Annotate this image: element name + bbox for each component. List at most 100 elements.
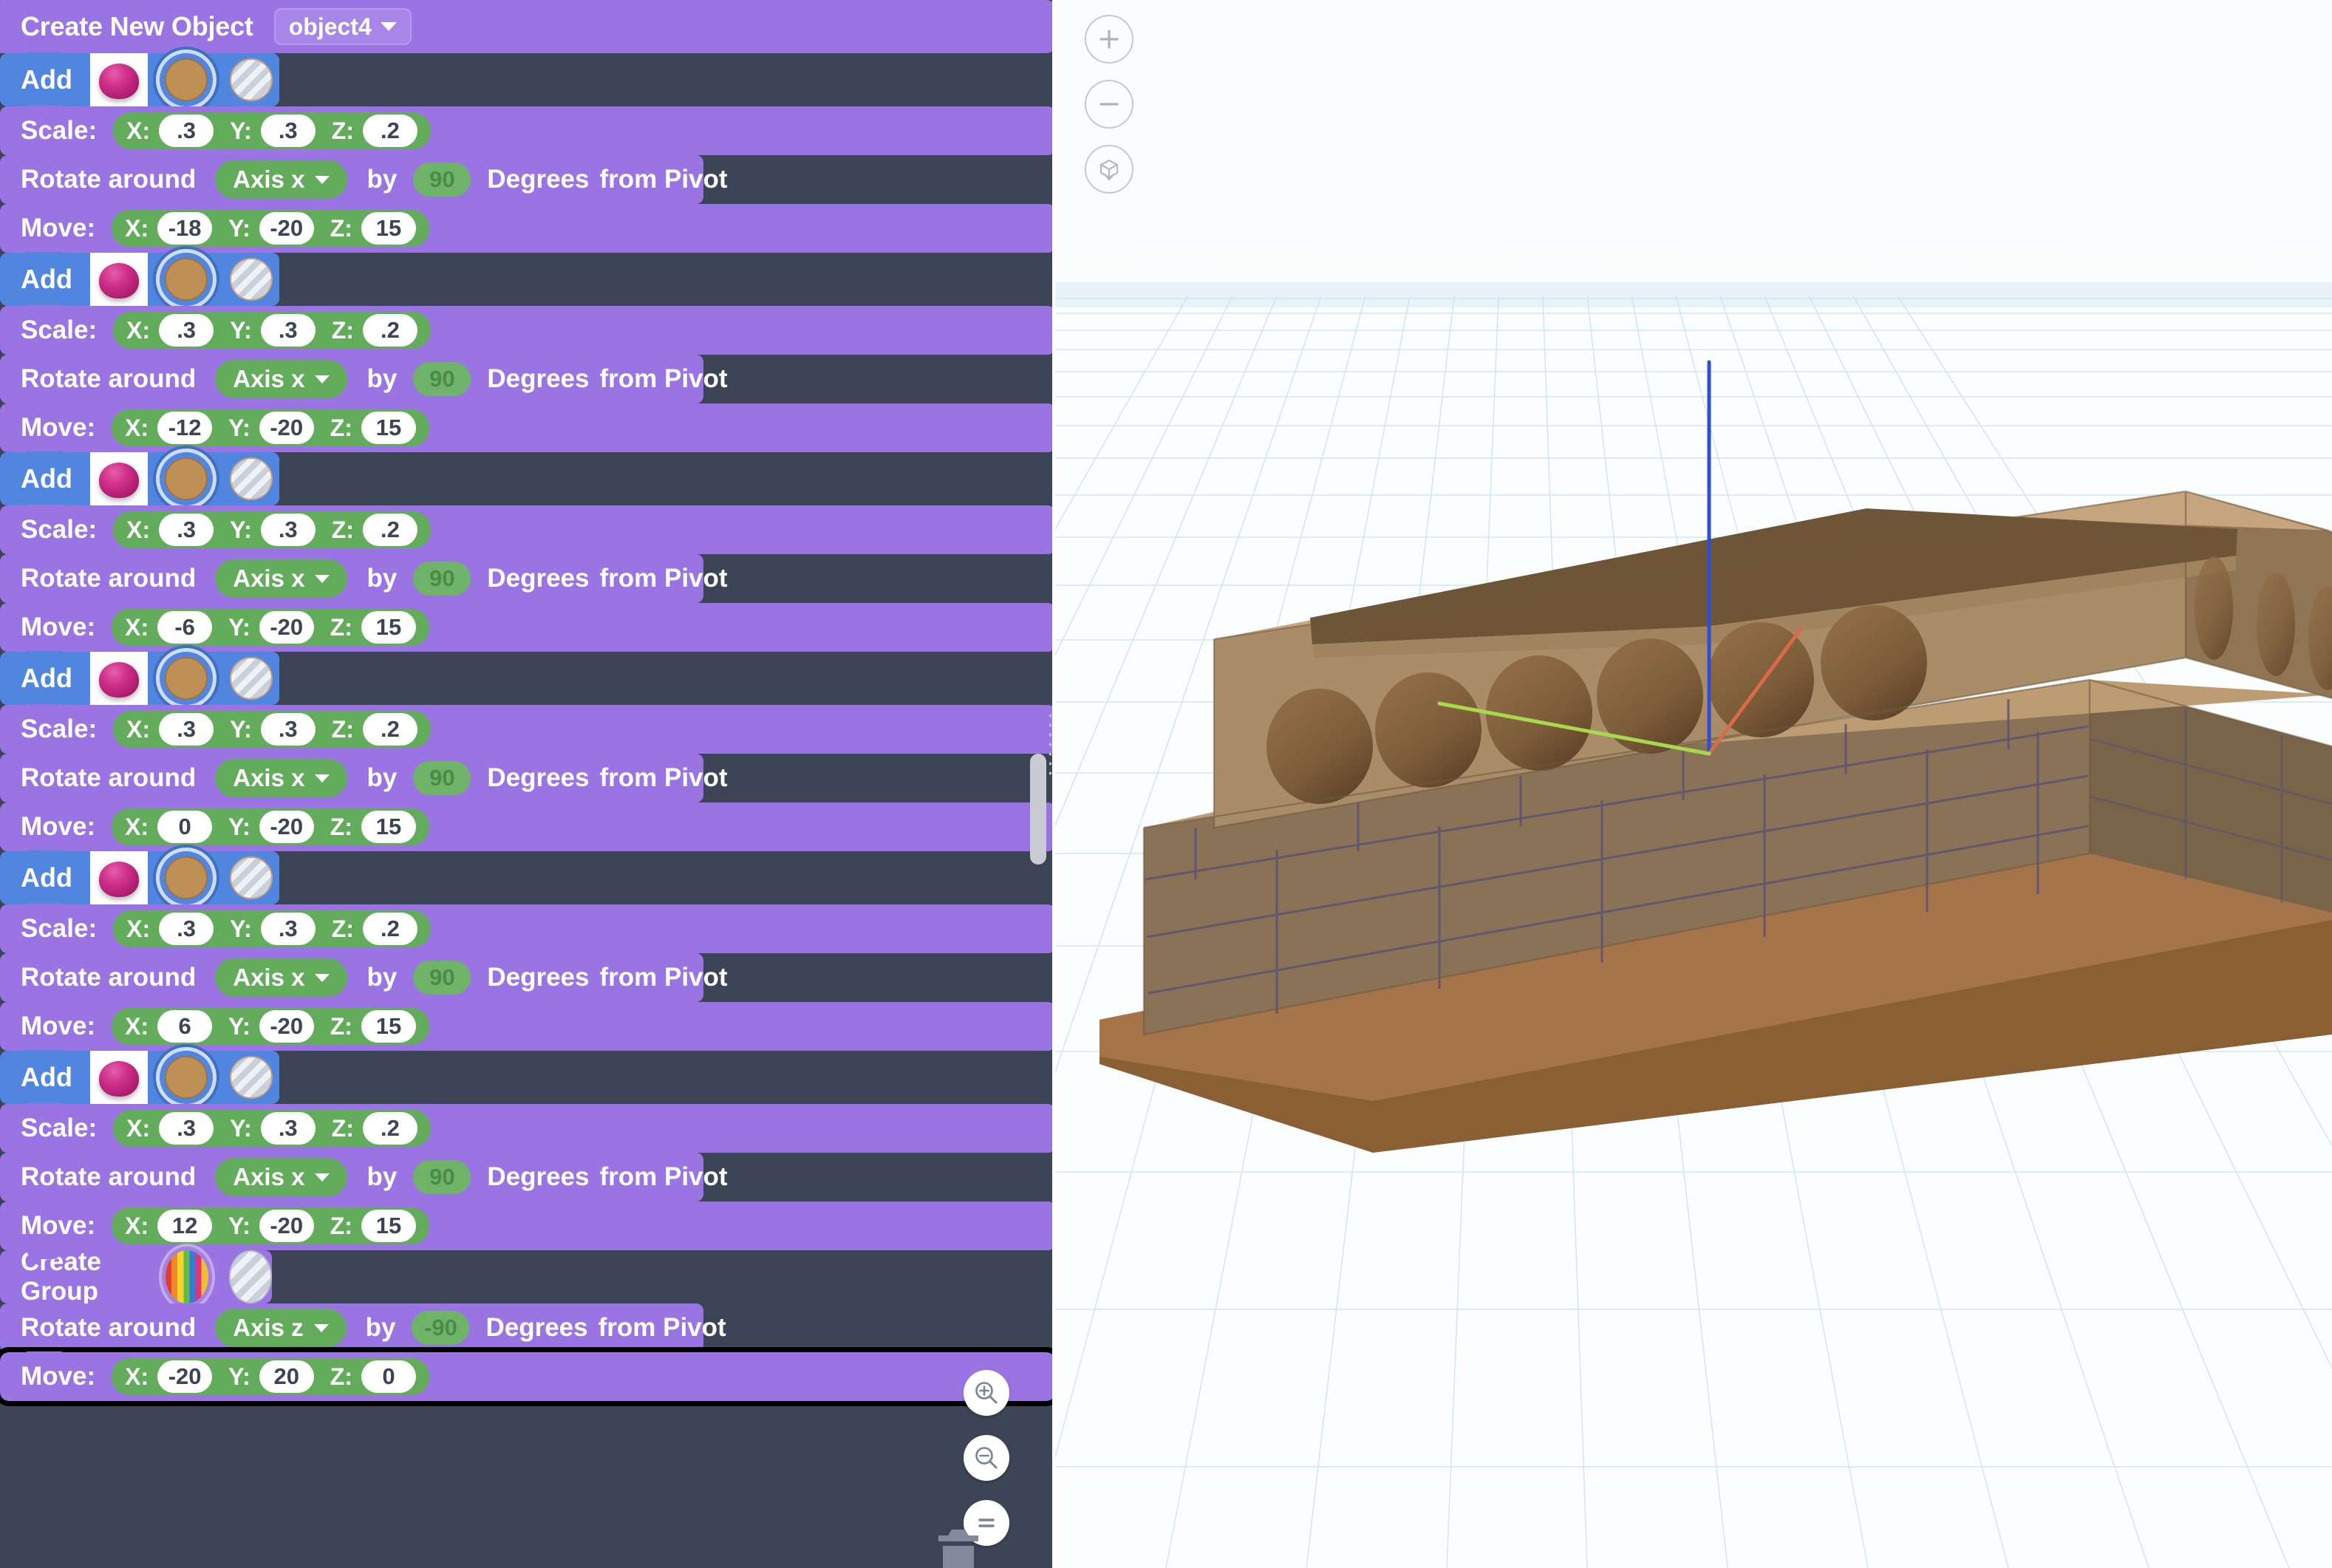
scale-block[interactable]: Scale: X: .3 Y: .3 Z: .2: [0, 1103, 1055, 1153]
material-hole-icon[interactable]: [225, 253, 278, 306]
move-y-input[interactable]: 20: [259, 1360, 314, 1393]
axis-dropdown[interactable]: Axis x: [215, 759, 348, 797]
add-shape-block[interactable]: Add: [0, 1050, 279, 1104]
viewport-zoom-out-button[interactable]: [1085, 80, 1133, 129]
move-z-input[interactable]: 15: [361, 611, 416, 644]
material-solid-icon[interactable]: [160, 253, 213, 306]
move-y-input[interactable]: -20: [259, 611, 314, 644]
move-y-input[interactable]: -20: [259, 1210, 314, 1242]
material-hole-icon[interactable]: [225, 53, 278, 106]
degrees-input[interactable]: 90: [413, 562, 471, 596]
add-shape-block[interactable]: Add: [0, 451, 279, 505]
create-group-block[interactable]: Create Group: [0, 1247, 272, 1306]
move-z-input[interactable]: 0: [361, 1360, 416, 1393]
scale-y-input[interactable]: .3: [260, 713, 316, 746]
move-block[interactable]: Move: X: -20 Y: 20 Z: 0: [0, 1347, 1055, 1406]
move-block[interactable]: Move: X: -6 Y: -20 Z: 15: [0, 602, 1055, 652]
viewport-fit-view-button[interactable]: [1085, 145, 1133, 194]
3d-viewport[interactable]: [1055, 0, 2332, 1568]
scale-y-input[interactable]: .3: [260, 1112, 316, 1145]
move-block[interactable]: Move: X: 12 Y: -20 Z: 15: [0, 1201, 1055, 1250]
rotate-block[interactable]: Rotate around Axis x by 90 Degrees from Pivot: [0, 952, 728, 1002]
shape-thumbnail[interactable]: [89, 53, 148, 106]
degrees-input[interactable]: 90: [413, 1160, 471, 1194]
shape-thumbnail[interactable]: [89, 253, 148, 306]
scale-z-input[interactable]: .2: [362, 913, 417, 945]
scale-block[interactable]: Scale: X: .3 Y: .3 Z: .2: [0, 704, 1055, 754]
scale-y-input[interactable]: .3: [260, 514, 316, 546]
move-x-input[interactable]: -6: [157, 611, 213, 644]
add-shape-block[interactable]: Add: [0, 252, 279, 306]
scale-z-input[interactable]: .2: [362, 514, 417, 546]
shape-thumbnail[interactable]: [89, 452, 148, 505]
move-x-input[interactable]: -18: [157, 212, 213, 245]
degrees-input[interactable]: 90: [413, 362, 471, 396]
scale-block[interactable]: Scale: X: .3 Y: .3 Z: .2: [0, 305, 1055, 355]
degrees-input[interactable]: -90: [412, 1311, 470, 1345]
material-solid-icon[interactable]: [160, 1051, 213, 1104]
add-shape-block[interactable]: Add: [0, 651, 279, 705]
material-solid-icon[interactable]: [160, 452, 213, 505]
scale-y-input[interactable]: .3: [260, 314, 316, 347]
scale-block[interactable]: Scale: X: .3 Y: .3 Z: .2: [0, 106, 1055, 155]
scale-z-input[interactable]: .2: [362, 1112, 417, 1145]
group-hole-icon[interactable]: [229, 1250, 272, 1303]
zoom-in-button[interactable]: [964, 1370, 1009, 1416]
move-x-input[interactable]: -12: [157, 412, 213, 444]
scale-z-input[interactable]: .2: [362, 713, 417, 746]
move-block[interactable]: Move: X: 6 Y: -20 Z: 15: [0, 1001, 1055, 1051]
move-x-input[interactable]: -20: [157, 1360, 213, 1393]
move-y-input[interactable]: -20: [259, 1010, 314, 1043]
scale-y-input[interactable]: .3: [260, 115, 316, 147]
move-z-input[interactable]: 15: [361, 811, 416, 843]
add-shape-block[interactable]: Add: [0, 851, 279, 904]
axis-dropdown[interactable]: Axis z: [215, 1309, 347, 1347]
scale-x-input[interactable]: .3: [159, 514, 214, 546]
scale-x-input[interactable]: .3: [159, 913, 214, 945]
shape-thumbnail[interactable]: [89, 1051, 148, 1104]
viewport-zoom-in-button[interactable]: [1085, 15, 1133, 64]
scale-block[interactable]: Scale: X: .3 Y: .3 Z: .2: [0, 904, 1055, 953]
axis-dropdown[interactable]: Axis x: [215, 958, 348, 997]
material-solid-icon[interactable]: [160, 652, 213, 705]
material-hole-icon[interactable]: [225, 452, 278, 505]
move-z-input[interactable]: 15: [361, 212, 416, 245]
rotate-block[interactable]: Rotate around Axis x by 90 Degrees from Pivot: [0, 553, 728, 603]
create-new-object-block[interactable]: Create New Object object4: [0, 0, 1055, 53]
move-y-input[interactable]: -20: [259, 811, 314, 843]
vertical-scrollbar[interactable]: [1030, 754, 1046, 865]
add-shape-block[interactable]: Add: [0, 52, 279, 106]
shape-thumbnail[interactable]: [89, 652, 148, 705]
scale-x-input[interactable]: .3: [159, 115, 214, 147]
rotate-block[interactable]: Rotate around Axis x by 90 Degrees from Pivot: [0, 154, 728, 204]
scale-y-input[interactable]: .3: [260, 913, 316, 945]
degrees-input[interactable]: 90: [413, 961, 471, 995]
move-block[interactable]: Move: X: 0 Y: -20 Z: 15: [0, 802, 1055, 851]
material-hole-icon[interactable]: [225, 652, 278, 705]
scale-x-input[interactable]: .3: [159, 1112, 214, 1145]
scale-z-input[interactable]: .2: [362, 314, 417, 347]
material-solid-icon[interactable]: [160, 851, 213, 904]
scale-x-input[interactable]: .3: [159, 314, 214, 347]
zoom-out-button[interactable]: [964, 1435, 1009, 1481]
move-x-input[interactable]: 12: [157, 1210, 213, 1242]
degrees-input[interactable]: 90: [413, 761, 471, 795]
object-name-dropdown[interactable]: object4: [273, 8, 412, 45]
scale-x-input[interactable]: .3: [159, 713, 214, 746]
rotate-block[interactable]: Rotate around Axis x by 90 Degrees from Pivot: [0, 753, 728, 802]
move-x-input[interactable]: 6: [157, 1010, 213, 1043]
move-y-input[interactable]: -20: [259, 412, 314, 444]
move-y-input[interactable]: -20: [259, 212, 314, 245]
axis-dropdown[interactable]: Axis x: [215, 360, 348, 398]
axis-dropdown[interactable]: Axis x: [215, 559, 348, 598]
move-z-input[interactable]: 15: [361, 1210, 416, 1242]
rotate-block[interactable]: Rotate around Axis z by -90 Degrees from Pivo…: [0, 1303, 726, 1352]
material-solid-icon[interactable]: [160, 53, 213, 106]
scale-block[interactable]: Scale: X: .3 Y: .3 Z: .2: [0, 505, 1055, 554]
rotate-block[interactable]: Rotate around Axis x by 90 Degrees from Pivot: [0, 354, 728, 403]
material-hole-icon[interactable]: [225, 851, 278, 904]
move-z-input[interactable]: 15: [361, 412, 416, 444]
rotate-block[interactable]: Rotate around Axis x by 90 Degrees from Pivot: [0, 1152, 728, 1201]
degrees-input[interactable]: 90: [413, 163, 471, 197]
scale-z-input[interactable]: .2: [362, 115, 417, 147]
